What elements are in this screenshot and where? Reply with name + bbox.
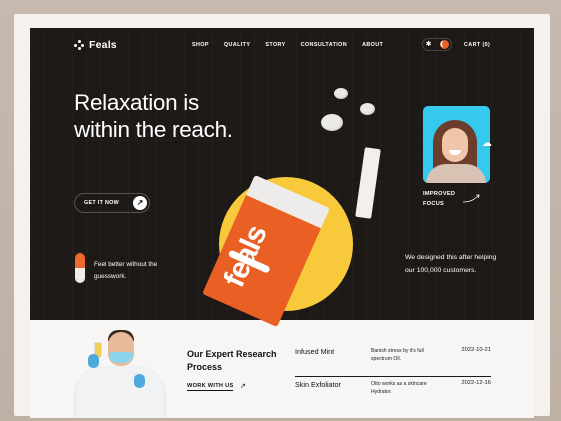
nav-consultation[interactable]: CONSULTATION bbox=[301, 42, 347, 48]
customer-photo-card bbox=[423, 106, 490, 183]
research-row[interactable]: Skin Exfoliator Otto works as a skincare… bbox=[295, 380, 491, 410]
research-row[interactable]: Infused Mint Banish stress by it's full … bbox=[295, 347, 491, 377]
cart-link[interactable]: CART (0) bbox=[464, 42, 490, 48]
cta-label: GET IT NOW bbox=[84, 200, 120, 206]
box-open-flap bbox=[355, 147, 381, 219]
doctor-image bbox=[70, 330, 170, 418]
hero-section: Feals SHOP QUALITY STORY CONSULTATION AB… bbox=[30, 28, 534, 328]
nav-shop[interactable]: SHOP bbox=[192, 42, 209, 48]
research-title: Our Expert Research Process bbox=[187, 349, 277, 372]
landing-page: Feals SHOP QUALITY STORY CONSULTATION AB… bbox=[30, 28, 534, 418]
brand-name: Feals bbox=[89, 39, 117, 51]
arrow-up-right-icon: ↗ bbox=[133, 196, 147, 210]
sparkle-icon bbox=[74, 40, 84, 50]
nav-about[interactable]: ABOUT bbox=[362, 42, 383, 48]
floating-pill bbox=[360, 103, 375, 115]
theme-toggle[interactable]: ✱ bbox=[422, 38, 452, 51]
research-date: 2022-10-21 bbox=[461, 347, 491, 353]
capsule-icon bbox=[75, 253, 85, 283]
sun-icon: ✱ bbox=[425, 41, 432, 48]
research-desc: Otto works as a skincare Hydrator. bbox=[371, 381, 427, 395]
research-date: 2022-12-16 bbox=[461, 380, 491, 386]
curved-arrow-icon bbox=[462, 194, 480, 203]
nav-quality[interactable]: QUALITY bbox=[224, 42, 250, 48]
floating-pill bbox=[334, 88, 348, 99]
customers-text: We designed this after helping our 100,0… bbox=[405, 254, 497, 274]
research-name: Infused Mint bbox=[295, 347, 335, 356]
pill-caption: Feel better without the guesswork. bbox=[94, 261, 158, 280]
cloud-icon: ☁ bbox=[482, 138, 492, 149]
research-name: Skin Exfoliator bbox=[295, 380, 341, 389]
get-it-now-button[interactable]: GET IT NOW ↗ bbox=[74, 193, 150, 213]
brand-logo[interactable]: Feals bbox=[74, 39, 117, 51]
nav-story[interactable]: STORY bbox=[265, 42, 285, 48]
floating-pill bbox=[321, 114, 343, 131]
moon-icon bbox=[440, 40, 449, 49]
work-with-us-link[interactable]: WORK WITH US bbox=[187, 383, 234, 391]
research-desc: Banish stress by it's full spectrum Oil. bbox=[371, 348, 424, 362]
main-nav: SHOP QUALITY STORY CONSULTATION ABOUT bbox=[192, 42, 383, 48]
arrow-up-right-icon: ↗ bbox=[240, 383, 246, 390]
hero-headline: Relaxation is within the reach. bbox=[74, 90, 233, 142]
